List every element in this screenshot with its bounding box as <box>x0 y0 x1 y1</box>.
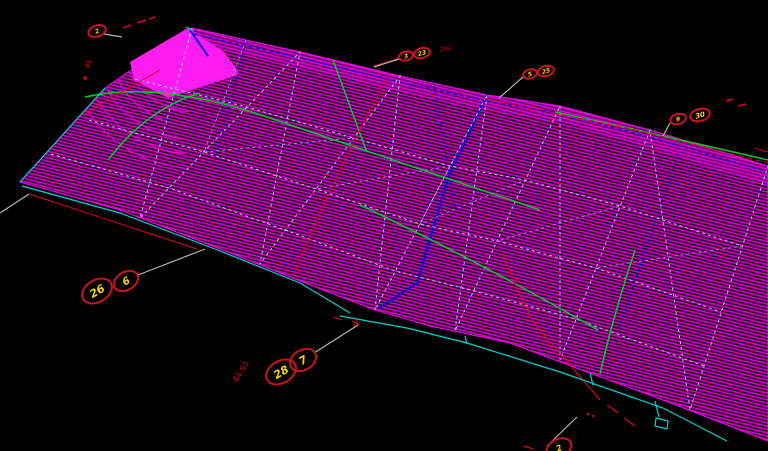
leader-line-far-left <box>0 194 29 213</box>
pier-marker-7[interactable]: 7 <box>286 344 320 375</box>
red-dot-bottomright-1 <box>587 413 589 415</box>
red-alignment-right-dash-1 <box>607 405 618 413</box>
station-marker-top2-a[interactable]: 3 <box>398 50 414 62</box>
red-dash-topleft-1 <box>123 25 131 28</box>
red-label-bottom: 44.50 <box>231 360 251 384</box>
leader-line-top-4 <box>663 123 670 136</box>
pier-marker-28[interactable]: 28 <box>262 354 301 389</box>
station-marker-top4-b[interactable]: 30 <box>689 107 711 124</box>
pier-marker-26[interactable]: 26 <box>78 273 117 308</box>
deck-model-drawing: 232352593026628724544.50240 <box>0 0 768 451</box>
leader-line-left-pair <box>138 249 205 275</box>
pier-marker-28-label: 28 <box>271 363 291 382</box>
cyan-rect-marker <box>655 418 668 429</box>
red-dash-topleft-2 <box>137 20 146 23</box>
station-marker-top3-b[interactable]: 25 <box>537 64 555 78</box>
station-marker-top2-b[interactable]: 23 <box>413 46 431 60</box>
red-seg-marker2 <box>374 58 400 66</box>
pier-marker-bottom-clipped-label: 2 <box>555 443 564 451</box>
station-marker-topleft[interactable]: 2 <box>87 23 108 39</box>
pier-marker-26-label: 26 <box>87 282 107 301</box>
red-seg-rightedge <box>755 148 767 152</box>
curb-connector-3 <box>655 401 659 417</box>
cad-viewport[interactable]: 232352593026628724544.50240 <box>0 0 768 451</box>
pier-marker-bottom-clipped[interactable]: 2 <box>543 434 574 451</box>
red-alignment-right-dash-2 <box>624 418 635 426</box>
leader-line-top-1 <box>104 34 122 37</box>
red-dash-bottom-marker <box>524 446 533 449</box>
station-marker-top4-a-label: 9 <box>675 116 681 124</box>
red-label-top: 240 <box>439 45 452 54</box>
red-dash-topright-2 <box>738 104 746 106</box>
pier-marker-6[interactable]: 6 <box>110 267 142 296</box>
station-marker-top4-a[interactable]: 9 <box>669 112 687 126</box>
leader-line-top-3 <box>499 77 523 98</box>
red-dash-topright-1 <box>726 99 733 101</box>
station-marker-top2-a-label: 3 <box>403 53 409 61</box>
red-dot-bottomright-2 <box>592 415 594 417</box>
leader-line-center-pair <box>314 325 358 353</box>
pier-marker-7-label: 7 <box>297 353 310 368</box>
red-dash-topleft-3 <box>149 17 155 19</box>
station-marker-top3-a[interactable]: 5 <box>522 68 538 80</box>
pier-marker-6-label: 6 <box>121 275 133 288</box>
red-dash-leader3 <box>333 317 342 320</box>
red-dot-left <box>83 76 87 80</box>
leader-line-top-2 <box>374 59 399 67</box>
red-label-left: 45 <box>83 59 94 70</box>
station-marker-topleft-label: 2 <box>94 28 100 36</box>
station-marker-top3-a-label: 5 <box>527 71 533 79</box>
